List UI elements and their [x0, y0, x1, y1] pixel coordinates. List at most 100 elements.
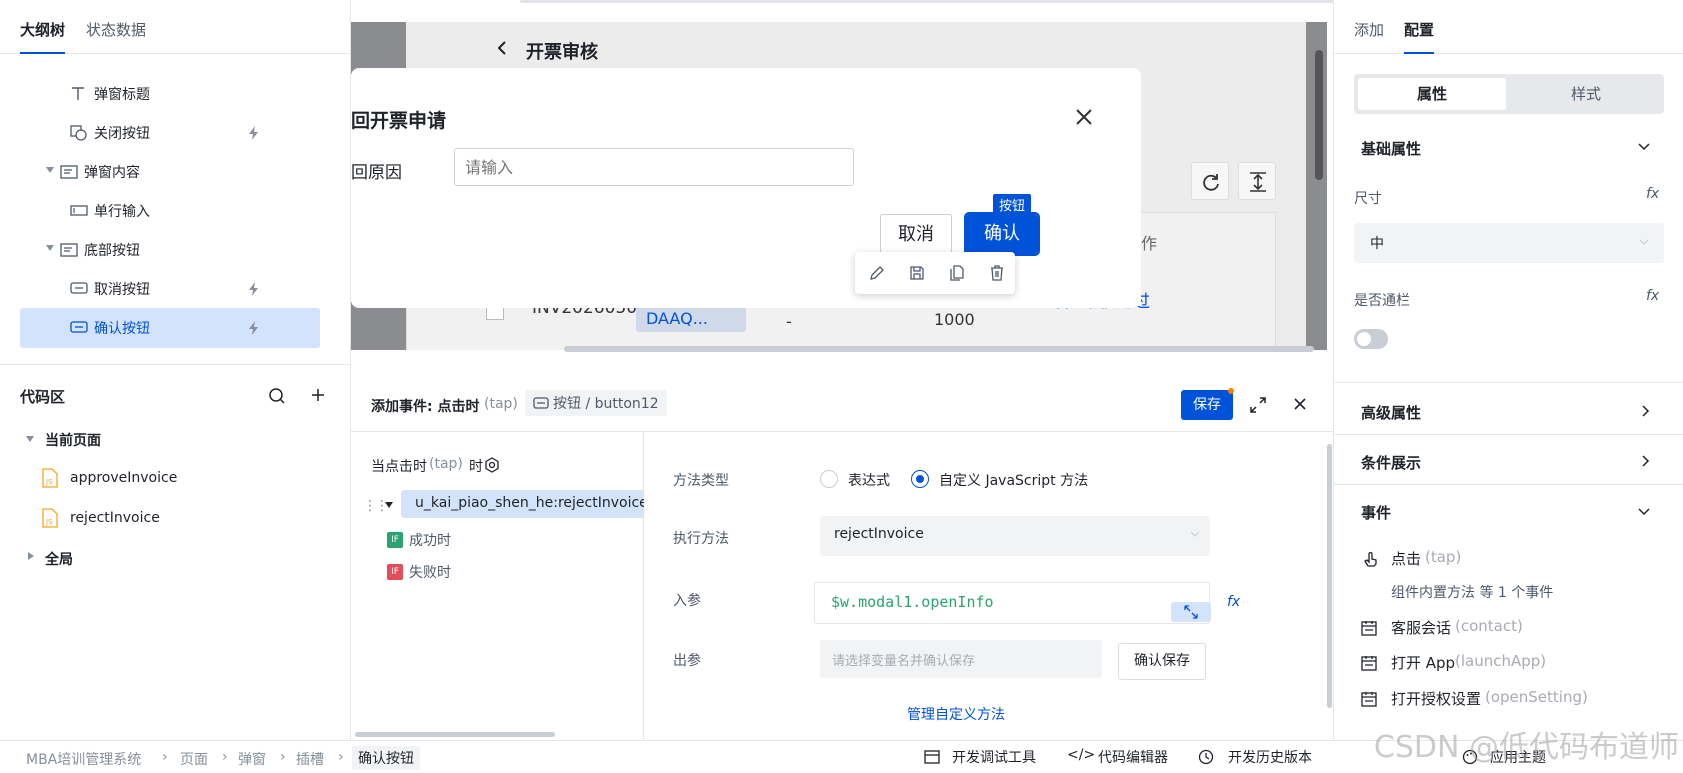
breadcrumb-item[interactable]: 插槽 — [296, 749, 324, 769]
event-label: 打开授权设置 — [1391, 690, 1482, 708]
save-icon[interactable] — [909, 265, 925, 281]
code-item-label: rejectInvoice — [70, 510, 160, 526]
tree-item-close-button[interactable]: 关闭按钮 — [20, 113, 320, 153]
chevron-right-icon: › — [280, 749, 286, 765]
expand-editor-icon[interactable] — [1171, 602, 1211, 622]
cancel-button[interactable]: 取消 — [880, 214, 952, 254]
save-button[interactable]: 保存 — [1181, 390, 1233, 420]
event-label: 客服会话 — [1391, 619, 1452, 637]
chevron-down-icon[interactable] — [1638, 143, 1650, 151]
tree-item-single-input[interactable]: 单行输入 — [20, 191, 320, 231]
tab-state-data[interactable]: 状态数据 — [86, 19, 146, 40]
drag-handle-icon[interactable]: ⋮⋮ — [363, 498, 389, 514]
column-height-button[interactable] — [1238, 162, 1276, 200]
size-select[interactable]: 中 — [1354, 223, 1664, 263]
calendar-icon — [1361, 655, 1377, 671]
flow-h-scrollbar[interactable] — [355, 732, 555, 737]
close-icon[interactable] — [1075, 108, 1093, 126]
breadcrumb-item[interactable]: 页面 — [180, 749, 208, 769]
event-header: 添加事件: 点击时 (tap) 按钮 / button12 保存 — [351, 380, 1333, 432]
event-contact[interactable]: 客服会话 (contact) — [1361, 617, 1661, 641]
canvas-h-scrollbar[interactable] — [564, 346, 1314, 352]
full-width-toggle[interactable] — [1354, 329, 1388, 349]
fx-icon[interactable]: fx — [1646, 186, 1659, 202]
close-icon[interactable] — [1293, 397, 1307, 411]
delete-icon[interactable] — [989, 265, 1005, 281]
bolt-icon[interactable] — [246, 281, 262, 297]
page-canvas[interactable]: 开票审核 作 INV202605060 DAAQ... - 1000 查看 审核… — [351, 22, 1327, 350]
debug-tool-button[interactable]: 开发调试工具 — [952, 747, 1036, 767]
copy-icon[interactable] — [949, 265, 965, 281]
full-width-label: 是否通栏 — [1354, 293, 1410, 309]
chevron-right-icon[interactable] — [1642, 455, 1650, 467]
caret-down-icon[interactable] — [46, 245, 54, 251]
chevron-down-icon[interactable] — [1638, 508, 1650, 516]
bolt-icon[interactable] — [246, 125, 262, 141]
refresh-button[interactable] — [1191, 162, 1229, 200]
tab-outline[interactable]: 大纲树 — [20, 19, 66, 54]
add-icon[interactable] — [310, 387, 326, 403]
js-file-icon: JS — [42, 508, 58, 528]
reason-input[interactable] — [454, 148, 854, 186]
tree-item-footer-buttons[interactable]: 底部按钮 — [20, 230, 320, 270]
radio-custom-js-label[interactable]: 自定义 JavaScript 方法 — [939, 470, 1088, 490]
event-label: 打开 App — [1391, 654, 1456, 672]
radio-expression-label[interactable]: 表达式 — [848, 470, 890, 490]
confirm-save-button[interactable]: 确认保存 — [1118, 643, 1206, 680]
breadcrumb-current: 确认按钮 — [352, 746, 420, 770]
basic-props-title[interactable]: 基础属性 — [1361, 138, 1421, 159]
tab-config[interactable]: 配置 — [1404, 19, 1435, 54]
tree-item-label: 弹窗内容 — [84, 165, 140, 181]
form-v-scrollbar[interactable] — [1327, 444, 1332, 708]
seg-style[interactable]: 样式 — [1512, 78, 1660, 110]
action-node[interactable]: u_kai_piao_shen_he:rejectInvoice — [401, 490, 644, 518]
calendar-icon — [1361, 691, 1377, 707]
manage-methods-link[interactable]: 管理自定义方法 — [907, 704, 1005, 724]
tree-item-cancel-button[interactable]: 取消按钮 — [20, 269, 320, 309]
event-sub: (tap) — [1425, 548, 1462, 566]
event-launch-app[interactable]: 打开 App (launchApp) — [1361, 652, 1661, 676]
breadcrumb-item[interactable]: MBA培训管理系统 — [26, 749, 141, 769]
success-branch[interactable]: 成功时 — [409, 530, 451, 550]
history-button[interactable]: 开发历史版本 — [1228, 747, 1312, 767]
tab-add[interactable]: 添加 — [1354, 19, 1384, 40]
tree-item-label: 取消按钮 — [94, 282, 150, 298]
events-title[interactable]: 事件 — [1361, 502, 1391, 523]
table-cell-link[interactable]: DAAQ... — [636, 306, 746, 332]
seg-properties[interactable]: 属性 — [1358, 78, 1506, 110]
settings-icon[interactable] — [484, 457, 500, 473]
input-icon — [70, 203, 88, 217]
back-icon[interactable] — [496, 40, 508, 56]
bolt-icon[interactable] — [246, 320, 262, 336]
edit-icon[interactable] — [869, 265, 885, 281]
code-item-approveInvoice[interactable]: JS approveInvoice — [20, 468, 320, 498]
output-param-label: 出参 — [673, 653, 701, 669]
event-click[interactable]: 点击 (tap) — [1361, 548, 1661, 572]
canvas-scrollbar-thumb[interactable] — [1315, 50, 1323, 180]
caret-down-icon[interactable] — [385, 502, 393, 508]
fx-icon[interactable]: fx — [1227, 594, 1240, 610]
tree-item-modal-content[interactable]: 弹窗内容 — [20, 152, 320, 192]
event-open-setting[interactable]: 打开授权设置 (openSetting) — [1361, 688, 1681, 712]
expand-icon[interactable] — [1249, 396, 1267, 414]
tree-item-modal-title[interactable]: 弹窗标题 — [20, 74, 320, 114]
radio-custom-js[interactable] — [911, 470, 929, 488]
input-param-editor[interactable]: $w.modal1.openInfo — [814, 582, 1210, 624]
fx-icon[interactable]: fx — [1646, 288, 1659, 304]
confirm-button[interactable]: 确认 — [964, 212, 1040, 256]
search-icon[interactable] — [268, 387, 286, 405]
radio-expression[interactable] — [820, 470, 838, 488]
output-param-input[interactable]: 请选择变量名并确认保存 — [820, 640, 1102, 678]
button-icon — [533, 397, 549, 409]
builtin-events-link[interactable]: 组件内置方法 等 1 个事件 — [1391, 582, 1553, 602]
condition-title[interactable]: 条件展示 — [1361, 452, 1421, 473]
advanced-props-title[interactable]: 高级属性 — [1361, 402, 1421, 423]
code-item-rejectInvoice[interactable]: JS rejectInvoice — [20, 508, 320, 538]
code-editor-button[interactable]: 代码编辑器 — [1098, 747, 1168, 767]
caret-down-icon[interactable] — [46, 167, 54, 173]
breadcrumb-item[interactable]: 弹窗 — [238, 749, 266, 769]
exec-method-select[interactable]: rejectInvoice — [820, 516, 1210, 556]
tree-item-confirm-button[interactable]: 确认按钮 — [20, 308, 320, 348]
chevron-right-icon[interactable] — [1642, 405, 1650, 417]
fail-branch[interactable]: 失败时 — [409, 562, 451, 582]
